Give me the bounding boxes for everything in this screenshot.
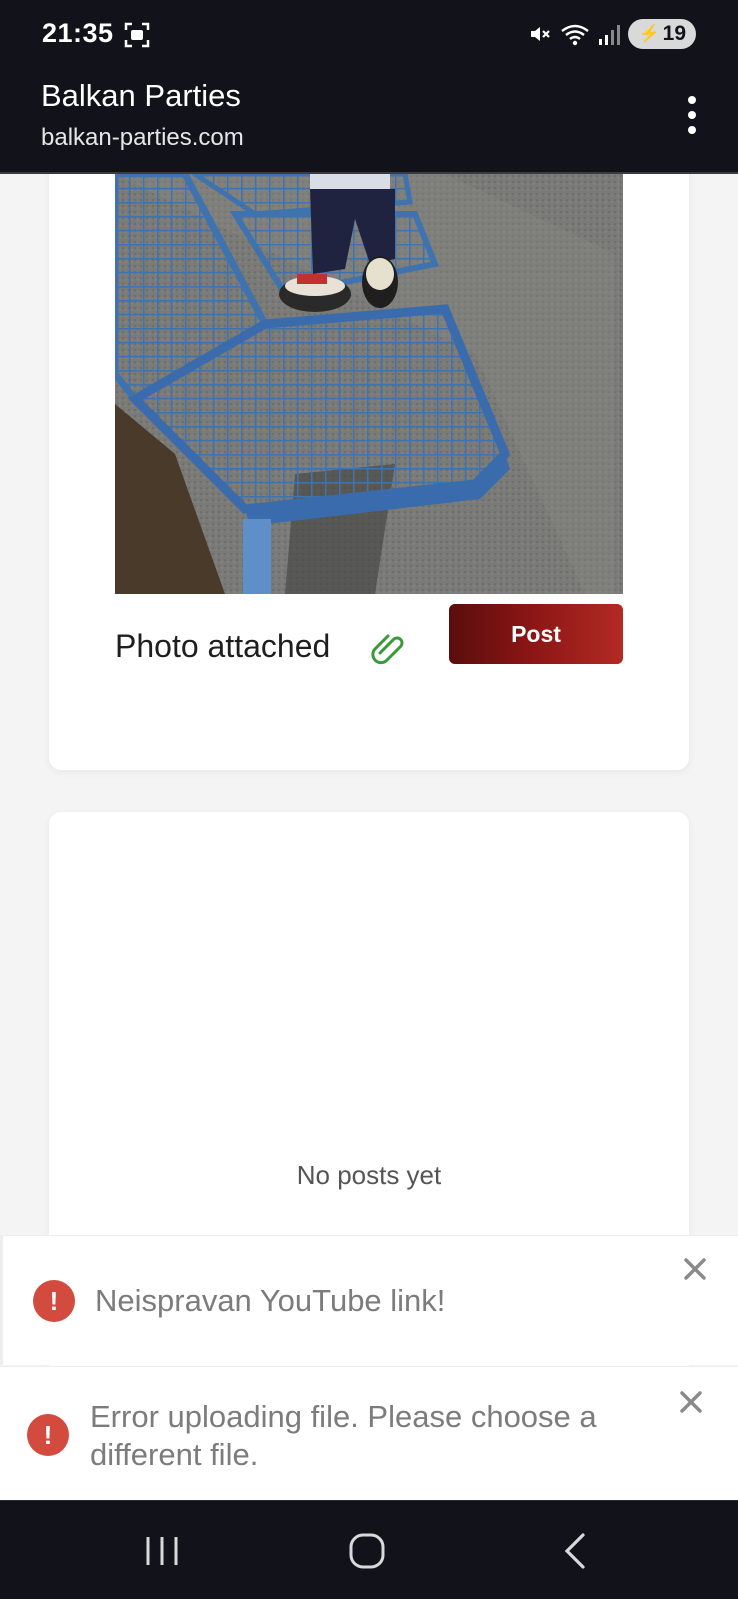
site-title: Balkan Parties: [41, 78, 241, 113]
toast-message: Neispravan YouTube link!: [95, 1283, 446, 1318]
browser-header: Balkan Parties balkan-parties.com: [0, 68, 738, 174]
battery-indicator: ⚡ 19: [628, 19, 696, 49]
error-icon: !: [27, 1414, 69, 1456]
home-icon[interactable]: [345, 1531, 389, 1571]
status-bar: 21:35 ⚡ 19: [0, 0, 738, 68]
close-icon[interactable]: [682, 1256, 708, 1282]
recents-icon[interactable]: [140, 1531, 184, 1571]
battery-saver-icon: ⚡: [638, 24, 660, 43]
close-icon[interactable]: [678, 1389, 704, 1415]
mute-icon: [531, 27, 551, 41]
error-toast-upload[interactable]: ! Error uploading file. Please choose a …: [0, 1366, 738, 1500]
error-icon: !: [33, 1280, 75, 1322]
more-vert-icon[interactable]: [686, 96, 698, 134]
back-icon[interactable]: [555, 1531, 599, 1571]
attached-photo: [115, 174, 623, 594]
screenshot-icon: [124, 22, 150, 48]
signal-icon: [599, 25, 621, 45]
site-url[interactable]: balkan-parties.com: [41, 124, 244, 152]
wifi-icon: [561, 24, 590, 46]
paperclip-icon: [371, 634, 404, 665]
no-posts-message: No posts yet: [296, 1160, 442, 1190]
post-button[interactable]: Post: [449, 604, 623, 664]
status-time: 21:35: [42, 18, 114, 48]
system-nav-bar: [0, 1500, 738, 1599]
toast-message: Error uploading file. Please choose a di…: [90, 1399, 597, 1472]
error-toast-youtube[interactable]: ! Neispravan YouTube link!: [0, 1235, 738, 1365]
status-icons: ⚡ 19: [528, 18, 696, 50]
photo-attached-label: Photo attached: [115, 628, 331, 664]
battery-level: 19: [662, 22, 686, 45]
compose-card: Photo attached Post: [49, 174, 689, 770]
